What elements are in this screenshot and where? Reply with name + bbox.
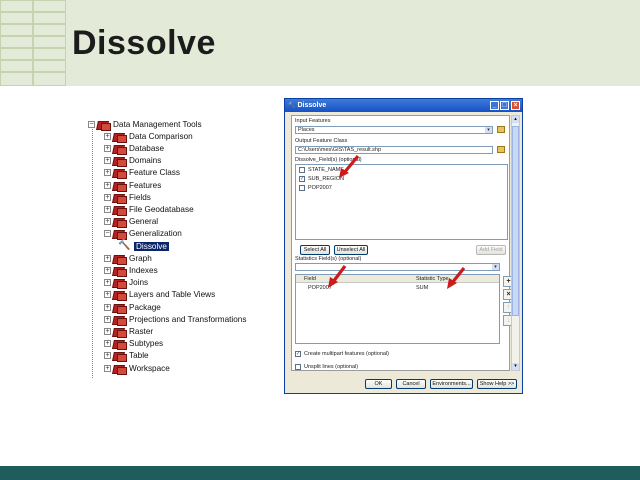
- annotation-arrows: [328, 154, 466, 289]
- footer-band: [0, 466, 640, 480]
- annotation-arrow-sub-region: [339, 154, 360, 178]
- annotation-arrow-field: [328, 265, 347, 288]
- slide: Dissolve − Data Management Tools + Data Com…: [0, 0, 640, 480]
- annotation-arrow-statistic-type: [447, 267, 466, 289]
